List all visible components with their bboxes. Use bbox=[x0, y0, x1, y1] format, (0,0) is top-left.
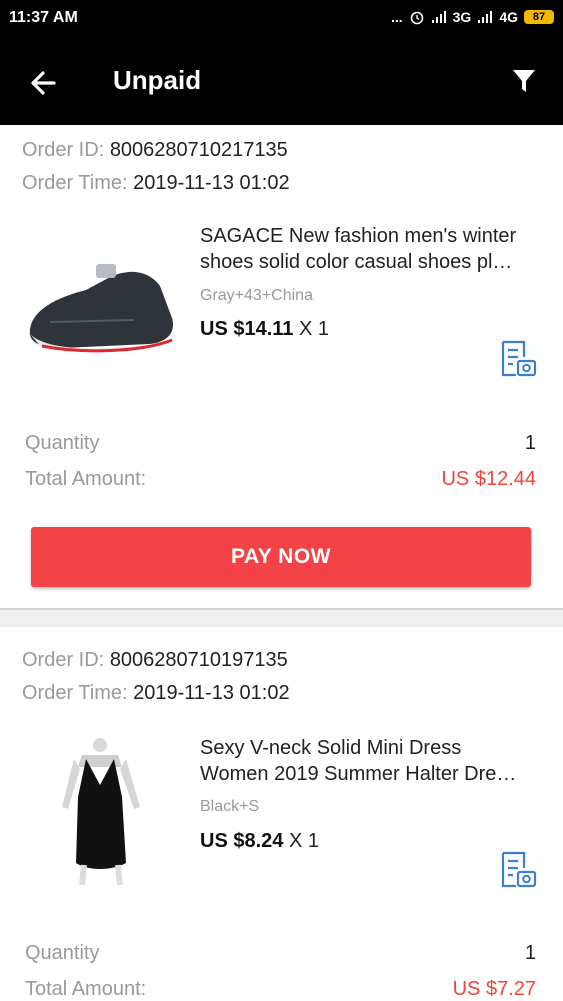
product-qty: X 1 bbox=[288, 830, 319, 852]
total-amount-value: US $7.27 bbox=[452, 978, 536, 1000]
price-line: US $14.11 X 1 bbox=[200, 318, 329, 341]
quantity-value: 1 bbox=[524, 942, 536, 964]
product-price: US $14.11 bbox=[200, 318, 294, 340]
product-title[interactable]: SAGACE New fashion men's winter shoes so… bbox=[200, 223, 545, 275]
total-amount-value: US $12.44 bbox=[441, 468, 536, 490]
total-amount-label: Total Amount: bbox=[25, 468, 147, 490]
price-line: US $8.24 X 1 bbox=[200, 830, 319, 853]
quantity-label: Quantity bbox=[25, 432, 100, 454]
product-variant: Gray+43+China bbox=[200, 287, 313, 304]
order-id-label: Order ID: bbox=[22, 139, 105, 161]
status-time: 11:37 AM bbox=[9, 9, 78, 26]
app-bar: Unpaid bbox=[0, 38, 563, 125]
product-title-line-2: Women 2019 Summer Halter Dre… bbox=[200, 763, 517, 785]
order-time-row: Order Time: 2019-11-13 01:02 bbox=[22, 682, 290, 705]
order-id-value: 8006280710197135 bbox=[109, 649, 288, 671]
product-qty: X 1 bbox=[298, 318, 330, 340]
alarm-icon bbox=[410, 11, 423, 25]
product-price: US $8.24 bbox=[200, 830, 284, 852]
product-variant: Black+S bbox=[200, 798, 260, 815]
product-title-line-2: shoes solid color casual shoes pl… bbox=[200, 251, 513, 273]
more-dots: ... bbox=[390, 9, 403, 25]
order-time-row: Order Time: 2019-11-13 01:02 bbox=[22, 172, 290, 195]
order-id-label: Order ID: bbox=[22, 649, 105, 671]
network-3g: 3G bbox=[452, 9, 472, 25]
back-arrow-icon[interactable] bbox=[24, 63, 64, 103]
product-title-line-1: Sexy V-neck Solid Mini Dress bbox=[200, 737, 462, 759]
network-4g: 4G bbox=[499, 9, 518, 25]
order-time-value: 2019-11-13 01:02 bbox=[133, 682, 290, 704]
page-title: Unpaid bbox=[113, 65, 202, 95]
pay-now-button[interactable]: PAY NOW bbox=[31, 527, 531, 587]
status-bar: 11:37 AM ... 3G 4G 87 bbox=[0, 0, 563, 38]
order-card[interactable]: Order ID: 8006280710197135 Order Time: 2… bbox=[0, 627, 563, 1000]
status-icons: ... 3G 4G 87 bbox=[391, 9, 554, 25]
total-amount-label: Total Amount: bbox=[25, 978, 147, 1000]
order-card[interactable]: Order ID: 8006280710217135 Order Time: 2… bbox=[0, 125, 563, 608]
battery-icon: 87 bbox=[524, 10, 554, 24]
product-title-line-1: SAGACE New fashion men's winter bbox=[200, 225, 517, 247]
signal-icon-2 bbox=[478, 11, 493, 23]
receipt-camera-icon[interactable] bbox=[498, 339, 538, 379]
card-gap bbox=[0, 610, 563, 627]
product-image-dress[interactable] bbox=[22, 737, 180, 887]
order-id-value: 8006280710217135 bbox=[109, 139, 288, 161]
receipt-camera-icon[interactable] bbox=[498, 850, 538, 890]
order-time-label: Order Time: bbox=[22, 172, 128, 194]
product-image-shoe[interactable] bbox=[22, 238, 180, 388]
order-id-row: Order ID: 8006280710197135 bbox=[22, 649, 288, 672]
signal-icon bbox=[431, 11, 446, 23]
order-time-value: 2019-11-13 01:02 bbox=[133, 172, 290, 194]
product-title[interactable]: Sexy V-neck Solid Mini Dress Women 2019 … bbox=[200, 735, 545, 787]
order-time-label: Order Time: bbox=[22, 682, 128, 704]
quantity-label: Quantity bbox=[25, 942, 100, 964]
filter-icon[interactable] bbox=[507, 64, 541, 98]
order-id-row: Order ID: 8006280710217135 bbox=[22, 139, 288, 162]
quantity-value: 1 bbox=[524, 432, 536, 454]
